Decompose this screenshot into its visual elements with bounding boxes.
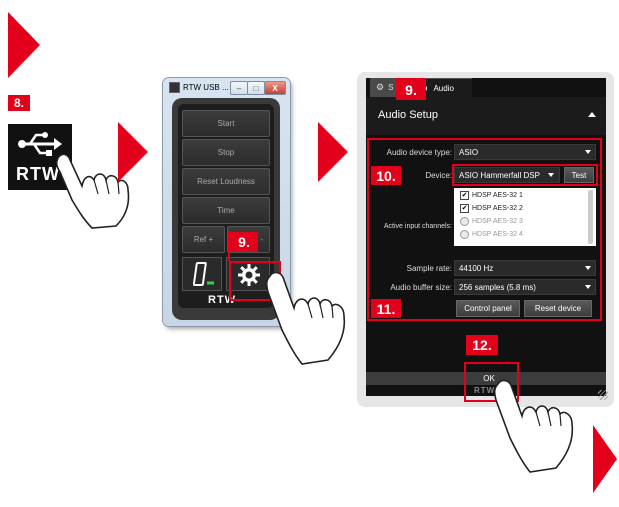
- stop-button[interactable]: Stop: [182, 139, 270, 166]
- step-11-badge: 11.: [371, 299, 401, 318]
- reset-loudness-button[interactable]: Reset Loudness: [182, 168, 270, 195]
- tab-audio[interactable]: ◐ Audio: [418, 78, 472, 97]
- time-button[interactable]: Time: [182, 197, 270, 224]
- arrow-right-icon: [593, 425, 617, 493]
- ref-plus-button[interactable]: Ref +: [182, 226, 225, 253]
- window-title-text: RTW USB ...: [183, 83, 229, 92]
- app-icon: [169, 82, 180, 93]
- step-10-badge: 10.: [371, 166, 401, 185]
- window-title: RTW USB ...: [169, 82, 229, 93]
- arrow-right-icon: [118, 122, 148, 182]
- arrow-right-icon: [8, 12, 40, 78]
- step-9-badge: 9.: [230, 232, 258, 252]
- step-8-badge: 8.: [8, 95, 30, 111]
- page-title: Audio Setup: [378, 109, 438, 121]
- tab-settings-label: S: [388, 83, 394, 92]
- gear-icon: ⚙: [376, 82, 385, 92]
- resize-grip-icon[interactable]: [598, 390, 608, 400]
- highlight-device: [452, 164, 598, 186]
- tab-audio-label: Audio: [433, 83, 454, 93]
- pointing-hand-icon: [493, 379, 574, 473]
- pointing-hand-icon: [265, 271, 346, 365]
- device-button[interactable]: [182, 257, 222, 291]
- highlight-ref: [228, 231, 230, 261]
- maximize-button[interactable]: □: [247, 81, 265, 95]
- start-button[interactable]: Start: [182, 110, 270, 137]
- arrow-right-icon: [318, 122, 348, 182]
- close-button[interactable]: X: [264, 81, 286, 95]
- minimize-button[interactable]: –: [230, 81, 248, 95]
- step-12-badge: 12.: [466, 335, 498, 355]
- collapse-icon[interactable]: [588, 112, 596, 117]
- highlight-audio-tab: [396, 78, 426, 100]
- device-icon: [193, 262, 214, 286]
